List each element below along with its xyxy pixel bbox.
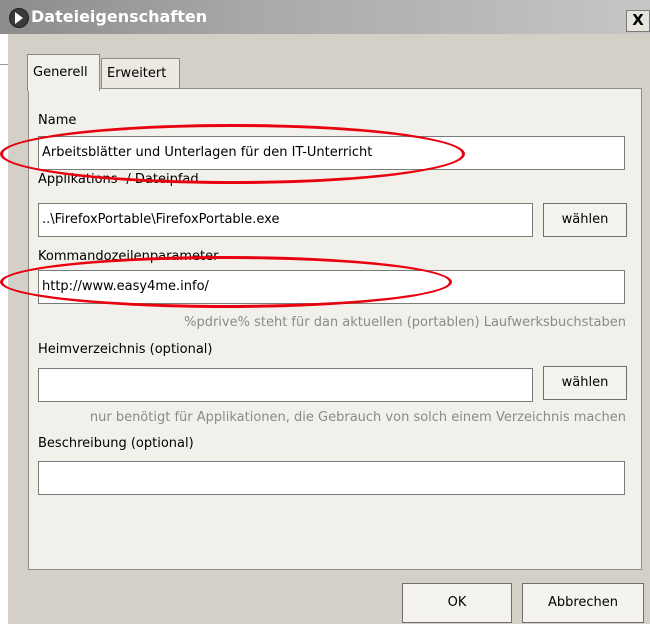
tab-erweitert[interactable]: Erweitert [101,58,180,89]
name-field[interactable]: Arbeitsblätter und Unterlagen für den IT… [38,136,625,170]
home-label: Heimverzeichnis (optional) [38,342,213,357]
description-label: Beschreibung (optional) [38,436,194,451]
description-field[interactable] [38,461,625,495]
tab-label: Erweitert [107,66,167,81]
tab-generell[interactable]: Generell [27,54,100,91]
app-icon [9,8,29,28]
path-label: Applikations- / Dateipfad [38,172,199,187]
cmdline-hint: %pdrive% steht für dan aktuellen (portab… [184,315,626,330]
close-button[interactable]: X [626,10,650,32]
left-edge [0,34,8,635]
cmdline-field[interactable]: http://www.easy4me.info/ [38,270,625,304]
home-field[interactable] [38,368,533,402]
window-title: Dateieigenschaften [31,7,208,26]
title-bar[interactable]: Dateieigenschaften X [0,0,650,34]
path-choose-button[interactable]: wählen [543,203,627,237]
home-hint: nur benötigt für Applikationen, die Gebr… [89,410,626,425]
ok-button[interactable]: OK [402,583,512,623]
bottom-edge [0,624,650,635]
file-properties-dialog: Dateieigenschaften X Generell Erweitert … [0,0,650,635]
path-field[interactable]: ..\FirefoxPortable\FirefoxPortable.exe [38,203,533,237]
cmdline-label: Kommandozeilenparameter [38,249,219,264]
name-label: Name [38,113,77,128]
cancel-button[interactable]: Abbrechen [522,583,644,623]
tab-label: Generell [33,65,88,80]
home-choose-button[interactable]: wählen [543,366,627,400]
